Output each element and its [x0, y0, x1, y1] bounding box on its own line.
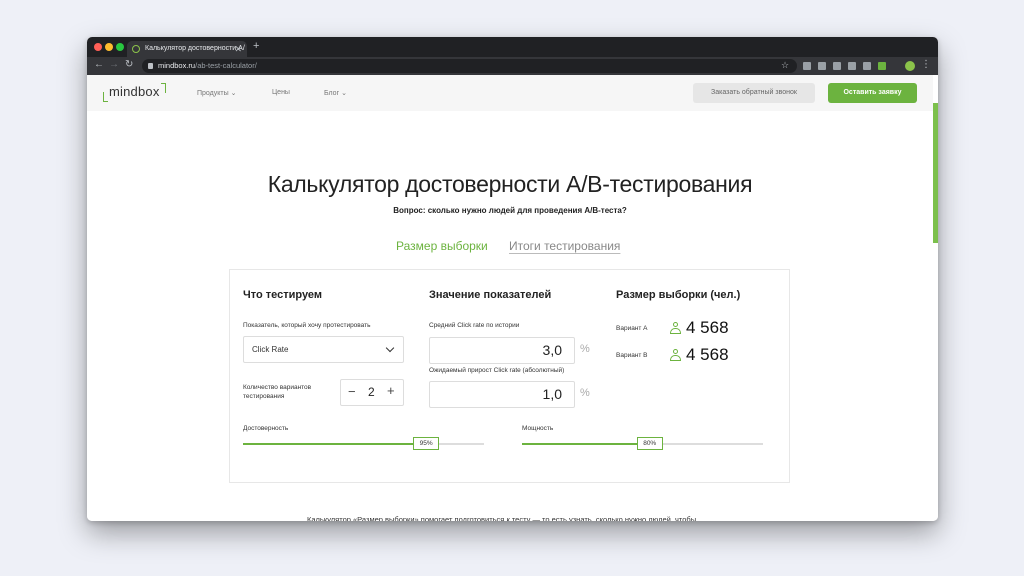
extension-icon[interactable]	[863, 62, 871, 70]
extension-icon[interactable]	[878, 62, 886, 70]
growth-rate-unit: %	[580, 387, 590, 399]
url-path: /ab-test-calculator/	[195, 61, 257, 70]
back-icon[interactable]: ←	[94, 59, 104, 70]
address-bar[interactable]: mindbox.ru/ab-test-calculator/	[142, 59, 797, 73]
variants-label-line2: тестирования	[243, 393, 285, 400]
nav-item-prices[interactable]: Цены	[272, 89, 290, 96]
extension-icon[interactable]	[833, 62, 841, 70]
column-title-what: Что тестируем	[243, 289, 323, 301]
confidence-slider-handle[interactable]: 95%	[413, 437, 440, 450]
mindbox-logo[interactable]: mindbox	[103, 83, 166, 102]
page-scrollbar[interactable]	[933, 103, 938, 243]
reload-icon[interactable]: ↻	[125, 59, 133, 70]
avg-rate-input[interactable]: 3,0	[429, 337, 575, 364]
growth-rate-label: Ожидаемый прирост Click rate (абсолютный…	[429, 367, 565, 374]
browser-menu-icon[interactable]: ⋮	[921, 59, 931, 70]
lock-icon	[148, 63, 153, 69]
order-button[interactable]: Оставить заявку	[828, 83, 917, 103]
profile-avatar[interactable]	[905, 61, 915, 71]
chevron-down-icon	[385, 343, 395, 353]
extension-icon[interactable]	[818, 62, 826, 70]
column-title-sample-size: Размер выборки (чел.)	[616, 289, 741, 301]
avg-rate-unit: %	[580, 343, 590, 355]
variant-a-label: Вариант А	[616, 325, 648, 332]
chevron-down-icon: ⌄	[230, 90, 237, 97]
power-slider-fill	[522, 443, 650, 445]
favicon-icon	[132, 45, 140, 53]
power-slider[interactable]: 80%	[522, 437, 763, 450]
new-tab-icon[interactable]: +	[253, 40, 259, 52]
nav-item-blog[interactable]: Блог ⌄	[324, 89, 347, 97]
column-title-values: Значение показателей	[429, 289, 552, 301]
tab-close-icon[interactable]: ✕	[234, 41, 242, 57]
tab-title: Калькулятор достоверности А/	[145, 45, 245, 52]
variant-a-value: 4 568	[686, 318, 729, 337]
person-icon	[670, 349, 681, 362]
calculator-description: Калькулятор «Размер выборки» помогает по…	[307, 515, 697, 521]
extension-icon[interactable]	[803, 62, 811, 70]
person-icon	[670, 322, 681, 335]
nav-item-products[interactable]: Продукты ⌄	[197, 89, 236, 97]
browser-tab[interactable]: Калькулятор достоверности А/ ✕	[127, 41, 247, 57]
confidence-label: Достоверность	[243, 425, 289, 432]
variants-count: 2	[368, 385, 375, 399]
web-page: mindbox Продукты ⌄ Цены Блог ⌄ Заказать …	[87, 75, 938, 521]
browser-tab-bar: Калькулятор достоверности А/ ✕ +	[87, 37, 938, 57]
metric-label: Показатель, который хочу протестировать	[243, 322, 371, 329]
bookmark-star-icon[interactable]: ☆	[781, 60, 789, 71]
variants-stepper[interactable]: − 2 +	[340, 379, 404, 406]
extension-icon[interactable]	[848, 62, 856, 70]
close-window-button[interactable]	[94, 43, 102, 51]
minus-icon[interactable]: −	[348, 384, 356, 399]
browser-window: Калькулятор достоверности А/ ✕ + ← → ↻ m…	[87, 37, 938, 521]
minimize-window-button[interactable]	[105, 43, 113, 51]
site-header: mindbox Продукты ⌄ Цены Блог ⌄ Заказать …	[87, 75, 933, 111]
callback-button[interactable]: Заказать обратный звонок	[693, 83, 815, 103]
growth-rate-input[interactable]: 1,0	[429, 381, 575, 408]
variant-b-label: Вариант В	[616, 352, 648, 359]
forward-icon[interactable]: →	[109, 59, 119, 70]
confidence-slider-fill	[243, 443, 427, 445]
power-slider-handle[interactable]: 80%	[636, 437, 663, 450]
tab-sample-size[interactable]: Размер выборки	[396, 239, 488, 253]
variants-label: Количество вариантов	[243, 384, 312, 391]
calculator-card: Что тестируем Показатель, который хочу п…	[229, 269, 790, 483]
plus-icon[interactable]: +	[387, 383, 395, 398]
avg-rate-label: Средний Click rate по истории	[429, 322, 520, 329]
variant-b-value: 4 568	[686, 345, 729, 364]
page-subtitle: Вопрос: сколько нужно людей для проведен…	[393, 206, 627, 215]
confidence-slider[interactable]: 95%	[243, 437, 484, 450]
browser-toolbar: ← → ↻ mindbox.ru/ab-test-calculator/ ☆ ⋮	[87, 57, 938, 75]
tab-test-results[interactable]: Итоги тестирования	[509, 239, 620, 253]
power-label: Мощность	[522, 425, 554, 432]
maximize-window-button[interactable]	[116, 43, 124, 51]
page-title: Калькулятор достоверности А/В-тестирован…	[267, 171, 753, 197]
url-host: mindbox.ru	[158, 61, 196, 70]
chevron-down-icon: ⌄	[341, 90, 347, 97]
metric-select[interactable]: Click Rate	[243, 336, 404, 363]
